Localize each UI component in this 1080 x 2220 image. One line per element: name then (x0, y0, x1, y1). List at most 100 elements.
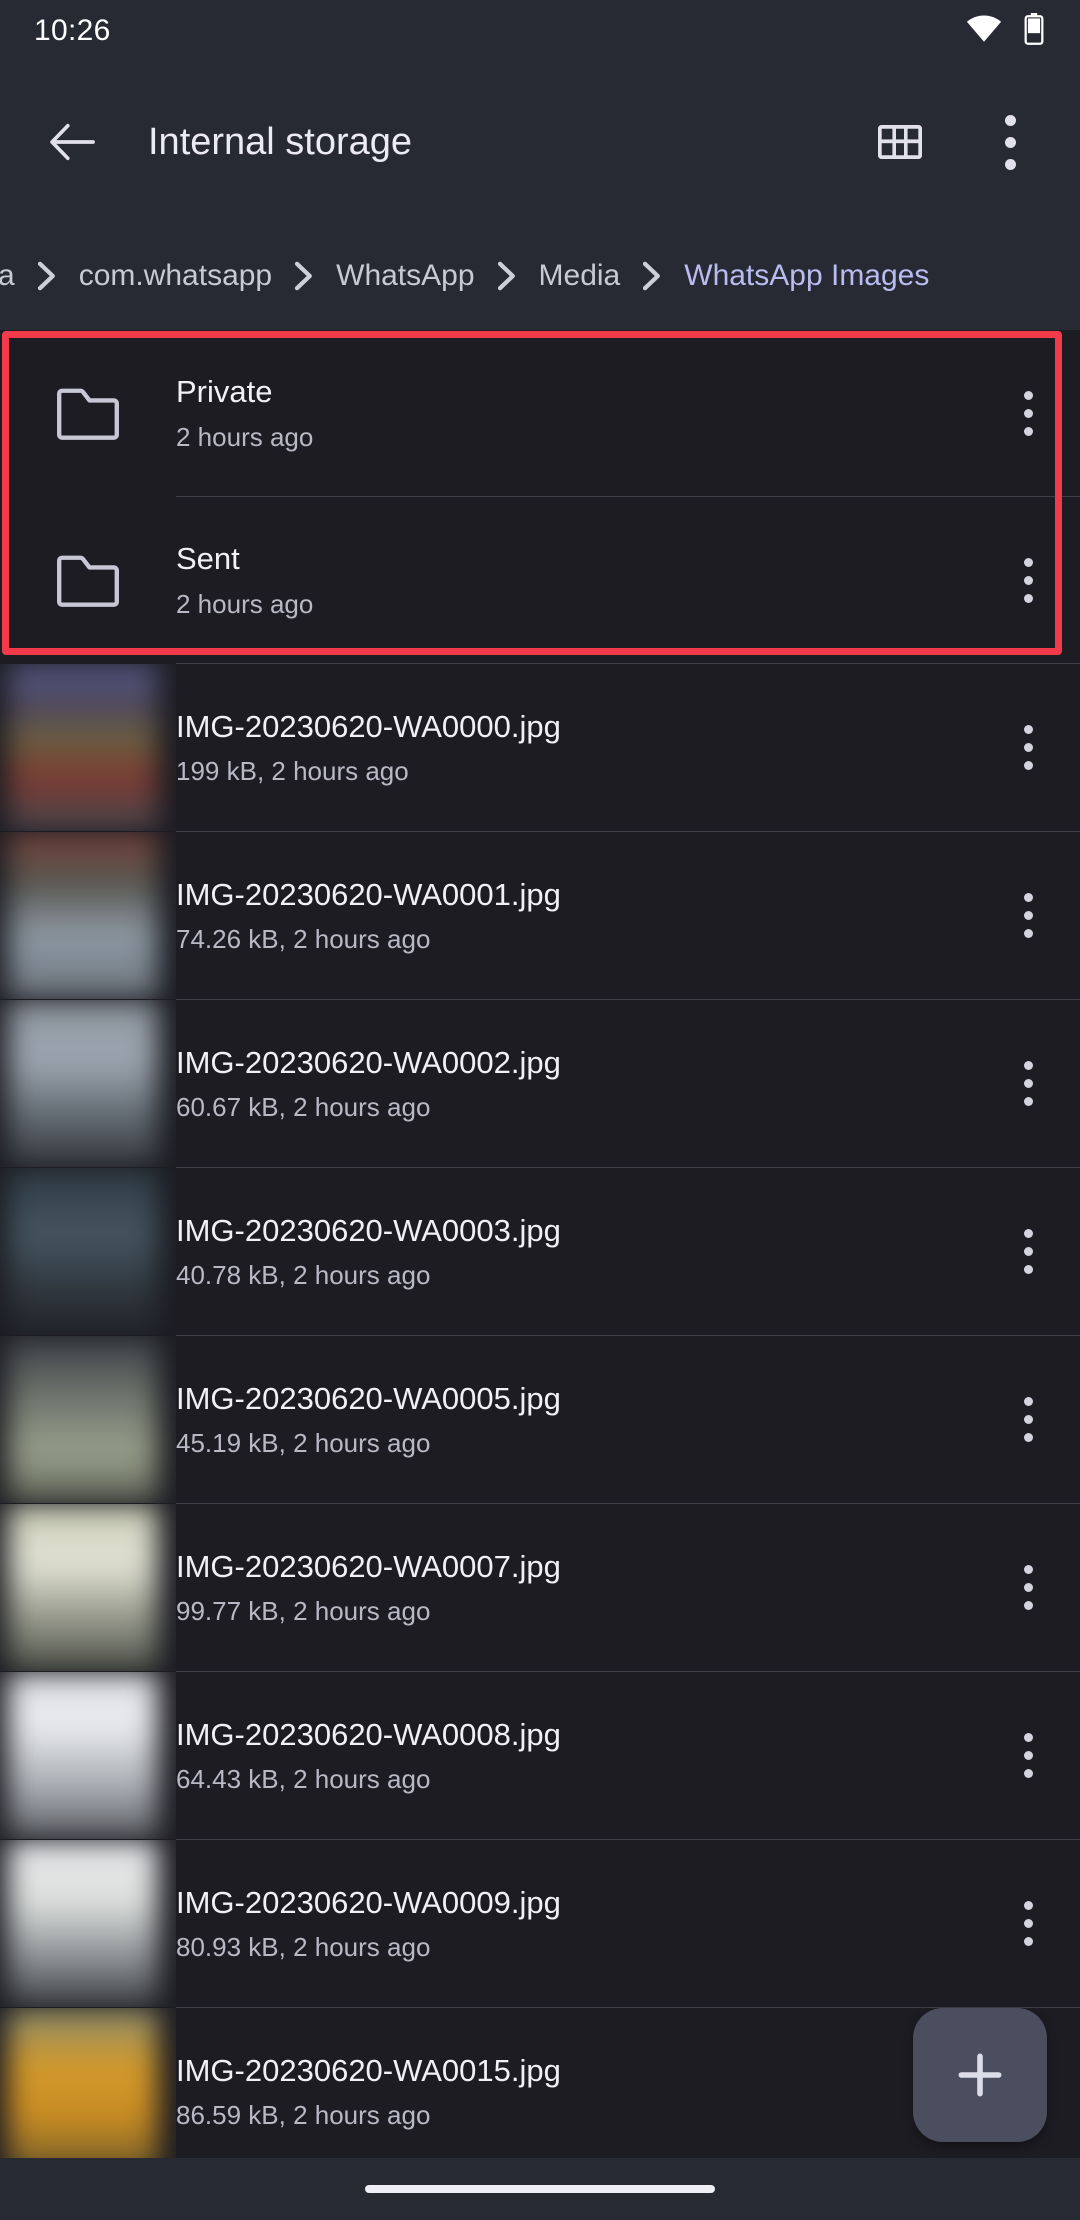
thumbnail-cell (0, 1504, 176, 1671)
folder-icon-cell (0, 497, 176, 663)
file-meta: 199 kB, 2 hours ago (176, 756, 409, 787)
more-vert-icon (1004, 114, 1016, 170)
app-bar: Internal storage (0, 62, 1080, 222)
status-bar: 10:26 (0, 0, 1080, 62)
file-info: IMG-20230620-WA0007.jpg 99.77 kB, 2 hour… (176, 1504, 976, 1671)
chevron-right-icon (620, 261, 684, 291)
list-item-folder[interactable]: Sent 2 hours ago (0, 497, 1080, 663)
battery-icon (1024, 12, 1044, 50)
more-vert-icon (1023, 1565, 1033, 1610)
thumbnail-cell (0, 832, 176, 999)
folder-info: Private 2 hours ago (176, 330, 976, 496)
home-gesture-pill[interactable] (365, 2185, 715, 2193)
file-list[interactable]: Private 2 hours ago Sent 2 hours ago IMG… (0, 330, 1080, 2176)
breadcrumb-item-1[interactable]: com.whatsapp (79, 259, 272, 293)
file-meta: 74.26 kB, 2 hours ago (176, 924, 431, 955)
folder-name: Private (176, 374, 273, 410)
breadcrumb-item-0[interactable]: a (0, 259, 15, 293)
thumbnail-cell (0, 1840, 176, 2007)
file-name: IMG-20230620-WA0009.jpg (176, 1884, 561, 1920)
file-name: IMG-20230620-WA0003.jpg (176, 1212, 561, 1248)
folder-meta: 2 hours ago (176, 588, 314, 619)
file-info: IMG-20230620-WA0009.jpg 80.93 kB, 2 hour… (176, 1840, 976, 2007)
file-info: IMG-20230620-WA0015.jpg 86.59 kB, 2 hour… (176, 2008, 976, 2175)
list-item-file[interactable]: IMG-20230620-WA0005.jpg 45.19 kB, 2 hour… (0, 1336, 1080, 1503)
row-menu-button[interactable] (976, 1168, 1080, 1335)
row-menu-button[interactable] (976, 1672, 1080, 1839)
system-nav-bar (0, 2158, 1080, 2220)
file-meta: 99.77 kB, 2 hours ago (176, 1596, 431, 1627)
list-item-file[interactable]: IMG-20230620-WA0008.jpg 64.43 kB, 2 hour… (0, 1672, 1080, 1839)
folder-icon-cell (0, 330, 176, 496)
file-name: IMG-20230620-WA0007.jpg (176, 1548, 561, 1584)
file-info: IMG-20230620-WA0000.jpg 199 kB, 2 hours … (176, 664, 976, 831)
row-menu-button[interactable] (976, 664, 1080, 831)
status-icons (966, 12, 1044, 50)
list-item-file[interactable]: IMG-20230620-WA0007.jpg 99.77 kB, 2 hour… (0, 1504, 1080, 1671)
folder-icon (57, 388, 119, 440)
file-name: IMG-20230620-WA0005.jpg (176, 1380, 561, 1416)
file-thumbnail (8, 1672, 158, 1839)
more-vert-icon (1023, 1229, 1033, 1274)
file-info: IMG-20230620-WA0003.jpg 40.78 kB, 2 hour… (176, 1168, 976, 1335)
breadcrumb-item-4[interactable]: WhatsApp Images (684, 259, 929, 293)
row-menu-button[interactable] (976, 1336, 1080, 1503)
thumbnail-cell (0, 2008, 176, 2175)
more-vert-icon (1023, 725, 1033, 770)
chevron-right-icon (272, 261, 336, 291)
breadcrumb-item-3[interactable]: Media (539, 259, 621, 293)
more-vert-icon (1023, 1397, 1033, 1442)
grid-view-button[interactable] (864, 106, 936, 178)
file-meta: 60.67 kB, 2 hours ago (176, 1092, 431, 1123)
file-name: IMG-20230620-WA0008.jpg (176, 1716, 561, 1752)
page-title: Internal storage (148, 120, 413, 163)
chevron-right-icon (475, 261, 539, 291)
file-name: IMG-20230620-WA0001.jpg (176, 876, 561, 912)
breadcrumb-item-2[interactable]: WhatsApp (336, 259, 474, 293)
file-thumbnail (8, 1168, 158, 1335)
status-clock: 10:26 (34, 14, 111, 47)
breadcrumb[interactable]: a com.whatsapp WhatsApp Media WhatsApp I… (0, 222, 1080, 330)
file-meta: 80.93 kB, 2 hours ago (176, 1932, 431, 1963)
row-menu-button[interactable] (976, 1504, 1080, 1671)
list-item-folder[interactable]: Private 2 hours ago (0, 330, 1080, 496)
arrow-back-icon (50, 123, 95, 161)
list-item-file[interactable]: IMG-20230620-WA0009.jpg 80.93 kB, 2 hour… (0, 1840, 1080, 2007)
more-vert-icon (1023, 1733, 1033, 1778)
list-item-file[interactable]: IMG-20230620-WA0002.jpg 60.67 kB, 2 hour… (0, 1000, 1080, 1167)
file-info: IMG-20230620-WA0001.jpg 74.26 kB, 2 hour… (176, 832, 976, 999)
file-thumbnail (8, 1840, 158, 2007)
file-meta: 40.78 kB, 2 hours ago (176, 1260, 431, 1291)
file-thumbnail (8, 1336, 158, 1503)
file-info: IMG-20230620-WA0002.jpg 60.67 kB, 2 hour… (176, 1000, 976, 1167)
row-menu-button[interactable] (976, 330, 1080, 496)
file-thumbnail (8, 1504, 158, 1671)
thumbnail-cell (0, 1168, 176, 1335)
thumbnail-cell (0, 1672, 176, 1839)
file-name: IMG-20230620-WA0000.jpg (176, 708, 561, 744)
list-item-file[interactable]: IMG-20230620-WA0000.jpg 199 kB, 2 hours … (0, 664, 1080, 831)
overflow-menu-button[interactable] (974, 106, 1046, 178)
folder-meta: 2 hours ago (176, 421, 314, 452)
file-thumbnail (8, 1000, 158, 1167)
file-name: IMG-20230620-WA0002.jpg (176, 1044, 561, 1080)
thumbnail-cell (0, 664, 176, 831)
row-menu-button[interactable] (976, 832, 1080, 999)
file-meta: 64.43 kB, 2 hours ago (176, 1764, 431, 1795)
list-item-file[interactable]: IMG-20230620-WA0001.jpg 74.26 kB, 2 hour… (0, 832, 1080, 999)
file-thumbnail (8, 664, 158, 831)
row-menu-button[interactable] (976, 497, 1080, 663)
row-menu-button[interactable] (976, 1000, 1080, 1167)
thumbnail-cell (0, 1336, 176, 1503)
file-meta: 86.59 kB, 2 hours ago (176, 2100, 431, 2131)
file-info: IMG-20230620-WA0008.jpg 64.43 kB, 2 hour… (176, 1672, 976, 1839)
back-button[interactable] (36, 106, 108, 178)
add-button[interactable] (913, 2008, 1047, 2142)
thumbnail-cell (0, 1000, 176, 1167)
list-item-file[interactable]: IMG-20230620-WA0003.jpg 40.78 kB, 2 hour… (0, 1168, 1080, 1335)
folder-info: Sent 2 hours ago (176, 497, 976, 663)
more-vert-icon (1023, 1061, 1033, 1106)
app-bar-actions (864, 106, 1046, 178)
file-thumbnail (8, 832, 158, 999)
row-menu-button[interactable] (976, 1840, 1080, 2007)
